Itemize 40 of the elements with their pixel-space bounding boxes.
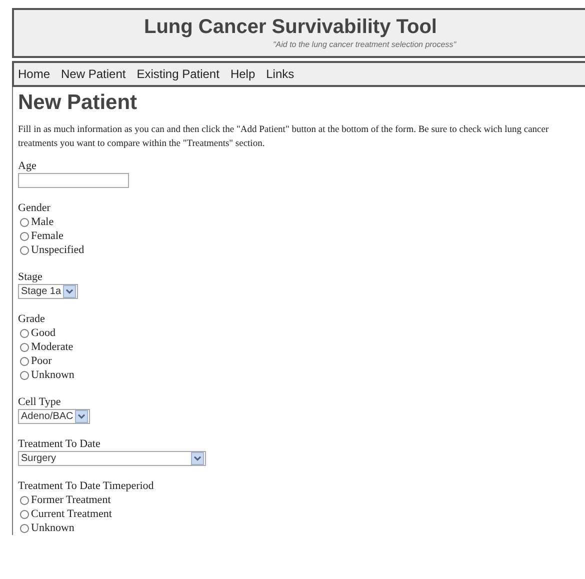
- field-label: Treatment To Date Timeperiod: [18, 479, 154, 493]
- nav-link[interactable]: New Patient: [61, 65, 126, 83]
- radio-button[interactable]: [20, 510, 29, 518]
- radio-button[interactable]: [20, 328, 29, 338]
- radio-label: Unknown: [31, 520, 74, 536]
- intro-text: Fill in as much information as you can and then click the "Add Patient" button at the bottom of the form. Be sure to check wich lung cancer treatments you want to compare within the "Treatments" section.: [18, 124, 550, 151]
- dropdown[interactable]: Stage 1a: [18, 284, 78, 299]
- radio-label: Moderate: [31, 340, 74, 355]
- field-label: Treatment To Date: [18, 437, 100, 451]
- radio-label: Female: [31, 228, 64, 244]
- nav-link[interactable]: Home: [18, 65, 50, 83]
- field-label: Age: [18, 159, 36, 173]
- nav-link[interactable]: Existing Patient: [136, 65, 220, 83]
- field-label: Cell Type: [18, 395, 61, 409]
- field-label: Gender: [18, 201, 50, 215]
- radio-button[interactable]: [20, 246, 29, 254]
- site-title: Lung Cancer Survivability Tool: [144, 15, 437, 39]
- age-field[interactable]: [18, 173, 129, 188]
- radio-label: Male: [31, 214, 54, 230]
- nav-link[interactable]: Links: [266, 65, 294, 83]
- radio-button[interactable]: [20, 342, 29, 352]
- nav-link[interactable]: Help: [230, 65, 256, 83]
- radio-label: Current Treatment: [31, 506, 112, 522]
- radio-label: Poor: [31, 354, 52, 369]
- radio-label: Unknown: [31, 368, 74, 383]
- page-heading: New Patient: [18, 90, 138, 116]
- radio-label: Unspecified: [31, 242, 84, 258]
- radio-button[interactable]: [20, 496, 29, 504]
- field-label: Stage: [18, 270, 42, 284]
- radio-button[interactable]: [20, 356, 29, 366]
- radio-button[interactable]: [20, 232, 29, 240]
- dropdown[interactable]: Adeno/BAC: [18, 409, 90, 424]
- radio-label: Good: [31, 326, 56, 341]
- radio-button[interactable]: [20, 370, 29, 380]
- site-subtitle: "Aid to the lung cancer treatment selection process": [272, 39, 456, 51]
- dropdown[interactable]: Surgery: [18, 451, 206, 466]
- radio-button[interactable]: [20, 524, 29, 532]
- radio-label: Former Treatment: [31, 492, 111, 508]
- field-label: Grade: [18, 312, 45, 326]
- radio-button[interactable]: [20, 218, 29, 226]
